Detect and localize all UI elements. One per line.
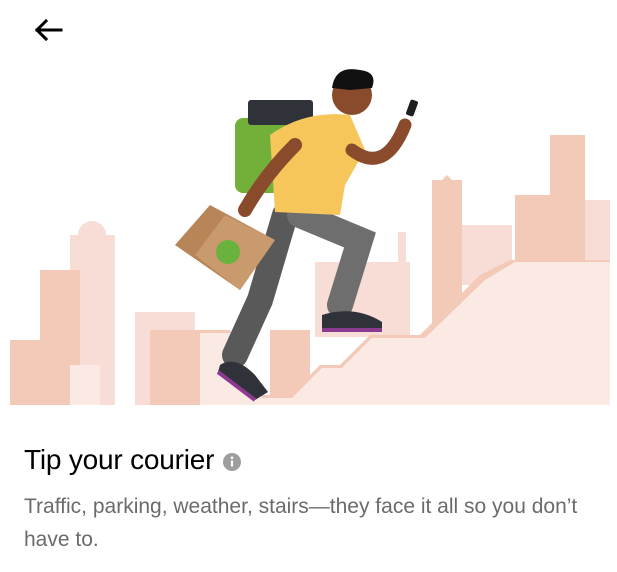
back-button[interactable] [26,10,70,50]
title-row: Tip your courier [24,444,242,476]
page-title: Tip your courier [24,444,215,475]
arrow-left-icon [34,18,63,42]
info-icon[interactable] [222,452,242,472]
courier-illustration [10,69,610,405]
tip-description: Traffic, parking, weather, stairs—they f… [24,495,578,551]
